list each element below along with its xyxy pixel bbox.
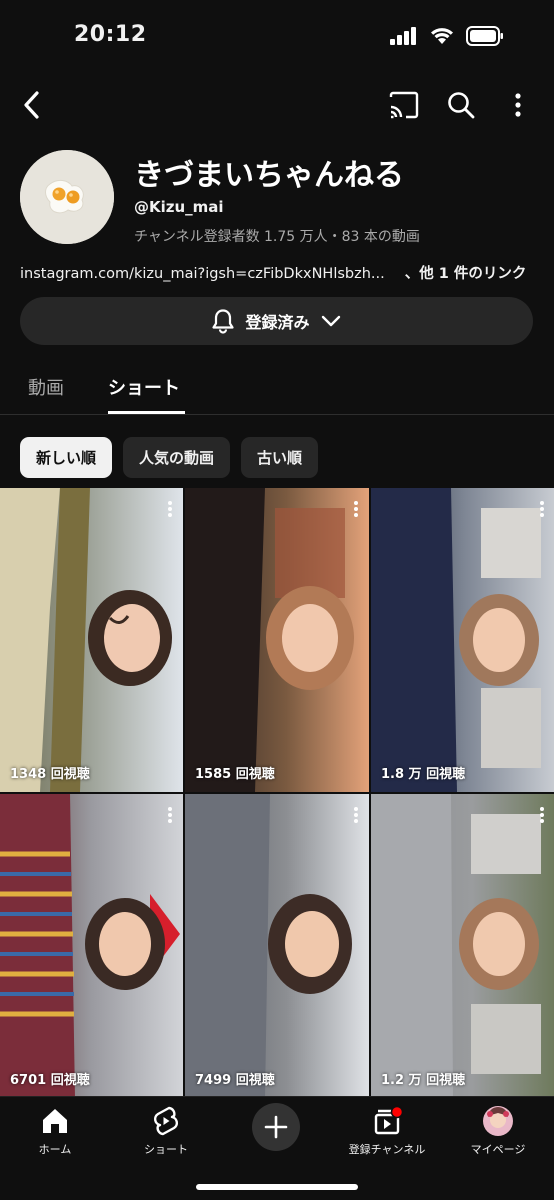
short-item[interactable]: 1.2 万 回視聴 xyxy=(371,794,554,1098)
sort-chips: 新しい順 人気の動画 古い順 xyxy=(20,437,319,478)
short-view-count: 1585 回視聴 xyxy=(195,767,275,782)
nav-shorts-label: ショート xyxy=(144,1143,188,1156)
home-icon xyxy=(43,1109,67,1133)
active-tab-indicator xyxy=(108,411,185,414)
chevron-down-icon xyxy=(321,315,340,327)
nav-subscriptions[interactable]: 登録チャンネル xyxy=(342,1105,432,1157)
channel-links[interactable]: instagram.com/kizu_mai?igsh=czFibDkxNHls… xyxy=(20,262,526,283)
nav-home[interactable]: ホーム xyxy=(10,1105,100,1157)
short-more-icon[interactable] xyxy=(539,806,545,824)
short-item[interactable]: 6701 回視聴 xyxy=(0,794,183,1098)
subscribed-button[interactable]: 登録済み xyxy=(20,297,533,345)
chip-popular[interactable]: 人気の動画 xyxy=(123,437,231,478)
profile-avatar-icon xyxy=(483,1106,513,1136)
short-thumbnail xyxy=(185,794,369,1098)
nav-my-page-label: マイページ xyxy=(470,1143,526,1156)
bell-icon xyxy=(212,309,235,334)
short-more-icon[interactable] xyxy=(539,500,545,518)
short-item[interactable]: 1348 回視聴 xyxy=(0,488,183,792)
nav-subscriptions-label: 登録チャンネル xyxy=(348,1143,426,1156)
cast-icon[interactable] xyxy=(388,90,420,120)
top-nav xyxy=(0,82,554,128)
channel-handle: @Kizu_mai xyxy=(134,198,224,216)
subscribed-label: 登録済み xyxy=(245,313,310,332)
status-bar: 20:12 xyxy=(0,0,554,80)
search-icon[interactable] xyxy=(446,90,476,120)
create-plus-icon xyxy=(264,1115,288,1139)
short-view-count: 7499 回視聴 xyxy=(195,1073,275,1088)
create-button[interactable] xyxy=(252,1103,300,1151)
short-more-icon[interactable] xyxy=(167,500,173,518)
channel-tabs: 動画 ショート xyxy=(0,360,554,415)
short-thumbnail xyxy=(0,794,183,1098)
short-more-icon[interactable] xyxy=(167,806,173,824)
short-more-icon[interactable] xyxy=(353,806,359,824)
subscriptions-icon xyxy=(374,1105,404,1135)
tab-videos[interactable]: 動画 xyxy=(28,374,64,400)
short-view-count: 6701 回視聴 xyxy=(10,1073,90,1088)
tab-shorts[interactable]: ショート xyxy=(108,374,180,400)
short-item[interactable]: 1585 回視聴 xyxy=(185,488,369,792)
short-more-icon[interactable] xyxy=(353,500,359,518)
channel-stats: チャンネル登録者数 1.75 万人・83 本の動画 xyxy=(134,229,420,245)
short-item[interactable]: 7499 回視聴 xyxy=(185,794,369,1098)
short-thumbnail xyxy=(0,488,183,792)
channel-link[interactable]: instagram.com/kizu_mai?igsh=czFibDkxNHls… xyxy=(20,266,385,282)
short-thumbnail xyxy=(371,794,554,1098)
nav-shorts[interactable]: ショート xyxy=(121,1105,211,1157)
channel-name: きづまいちゃんねる xyxy=(134,158,404,193)
nav-home-label: ホーム xyxy=(38,1143,72,1156)
channel-avatar[interactable] xyxy=(20,150,114,244)
fried-eggs-image xyxy=(20,150,114,244)
shorts-grid: 1348 回視聴 1585 回視聴 1.8 万 回視聴 6701 回視聴 749… xyxy=(0,488,554,1098)
short-thumbnail xyxy=(185,488,369,792)
nav-my-page[interactable]: マイページ xyxy=(453,1105,543,1157)
shorts-icon xyxy=(153,1106,179,1136)
wifi-icon xyxy=(431,28,453,44)
back-arrow-icon[interactable] xyxy=(18,88,48,122)
battery-icon xyxy=(466,26,503,46)
short-view-count: 1348 回視聴 xyxy=(10,767,90,782)
status-time: 20:12 xyxy=(74,22,147,47)
signal-icon xyxy=(390,27,416,45)
chip-oldest[interactable]: 古い順 xyxy=(241,437,319,478)
short-item[interactable]: 1.8 万 回視聴 xyxy=(371,488,554,792)
short-view-count: 1.2 万 回視聴 xyxy=(381,1073,466,1088)
home-indicator xyxy=(196,1184,358,1190)
more-options-icon[interactable] xyxy=(508,90,528,120)
status-icons xyxy=(390,26,504,46)
short-thumbnail xyxy=(371,488,554,792)
more-links[interactable]: 、他 1 件のリンク xyxy=(405,266,527,282)
chip-newest[interactable]: 新しい順 xyxy=(20,437,113,478)
short-view-count: 1.8 万 回視聴 xyxy=(381,767,466,782)
